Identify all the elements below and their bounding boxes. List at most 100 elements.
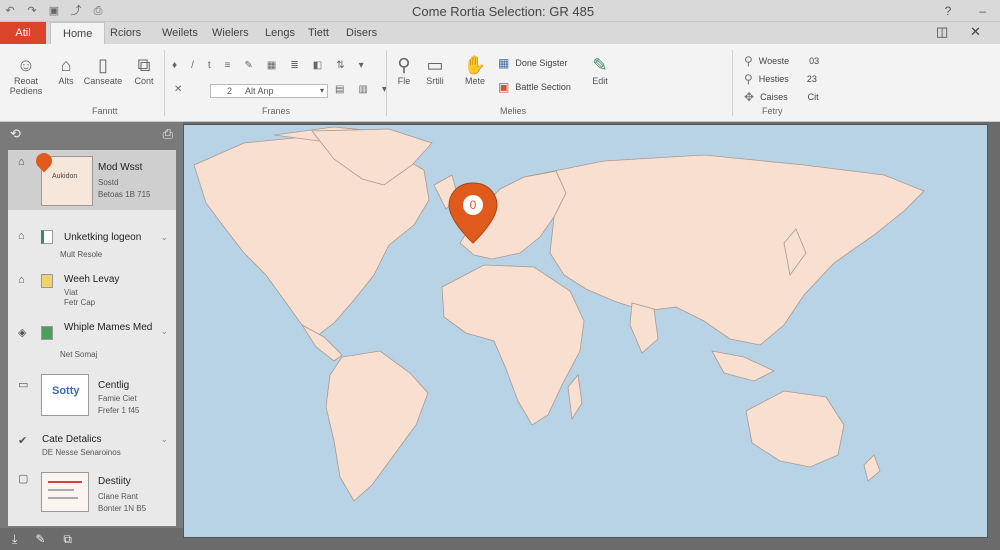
- tab-wielers[interactable]: Wielers: [212, 22, 249, 44]
- chevron-down-icon[interactable]: ▾: [359, 60, 364, 71]
- pin-icon[interactable]: ⤓: [12, 532, 17, 546]
- file-icon: [41, 230, 53, 244]
- mete-button[interactable]: ✋ Mete: [460, 54, 490, 86]
- group-label-melies: Melies: [500, 106, 527, 116]
- hesties-row[interactable]: ⚲ Hesties 23: [744, 72, 817, 86]
- file-icon: [41, 326, 53, 340]
- refresh-icon[interactable]: ⟲: [10, 126, 21, 142]
- color-icon[interactable]: ◧: [313, 60, 322, 71]
- minimize-icon[interactable]: –: [979, 4, 986, 18]
- building-icon: ⌂: [60, 55, 72, 75]
- chevron-down-icon[interactable]: ⌄: [160, 434, 168, 445]
- srtili-button[interactable]: ▭ Srtili: [420, 54, 450, 86]
- ribbon: ☺ Reoat Pediens ⌂ Alts ▯ Canseate ⧉ Cont…: [0, 44, 1000, 122]
- world-map[interactable]: 0: [184, 125, 987, 537]
- list-item[interactable]: ✔ Cate Detalics ⌄ DE Nesse Senaroinos: [8, 430, 176, 462]
- group-divider: [164, 50, 165, 116]
- format-input[interactable]: 2 Alt Anp ▾: [210, 84, 328, 98]
- print-icon[interactable]: ⎙: [92, 4, 104, 18]
- italic-icon[interactable]: /: [191, 60, 194, 71]
- list-item[interactable]: ◈ Whiple Mames Med ⌄ Net Somaj: [8, 318, 176, 360]
- tab-lengs[interactable]: Lengs: [265, 22, 295, 44]
- fle-button[interactable]: ⚲ Fle: [392, 54, 416, 86]
- table-icon[interactable]: ▤: [335, 84, 344, 95]
- pin-icon: ⚲: [744, 72, 753, 86]
- box-icon: ▢: [18, 473, 29, 485]
- share-icon[interactable]: ⤴: [70, 4, 82, 18]
- save-icon[interactable]: ▣: [48, 4, 60, 18]
- list-item[interactable]: ⌂ Weeh Levay Viat Fetr Cap: [8, 266, 176, 308]
- table-icon: ▦: [498, 56, 510, 70]
- done-sigster-button[interactable]: ▦ Done Sigster: [498, 56, 567, 70]
- tab-rciors[interactable]: Rciors: [110, 22, 141, 44]
- group-label-fanntt: Fanntt: [92, 106, 118, 116]
- group-divider: [386, 50, 387, 116]
- format-toolbar-top: ♦ / t ≡ ✎ ▦ ≣ ◧ ⇅ ▾: [172, 60, 364, 71]
- thumbnail: Aukidon: [32, 149, 93, 206]
- help-icon[interactable]: ?: [945, 4, 952, 18]
- title-bar: ↶ ↷ ▣ ⤴ ⎙ Come Rortia Selection: GR 485 …: [0, 0, 1000, 22]
- grid-icon[interactable]: ▦: [267, 60, 276, 71]
- list-icon[interactable]: ≡: [225, 60, 231, 71]
- pen-icon[interactable]: ✎: [35, 532, 45, 546]
- tab-weilets[interactable]: Weilets: [162, 22, 198, 44]
- woeste-row[interactable]: ⚲ Woeste 03: [744, 54, 819, 68]
- copy-icon[interactable]: ⧉: [63, 532, 72, 546]
- canseate-button[interactable]: ▯ Canseate: [80, 54, 126, 86]
- chevron-down-icon[interactable]: ▾: [320, 85, 324, 97]
- slide-icon: ▭: [18, 379, 29, 391]
- x-icon[interactable]: ✕: [174, 84, 182, 95]
- copy-icon: ⧉: [137, 55, 151, 75]
- text-icon[interactable]: t: [208, 60, 211, 71]
- tab-home[interactable]: Home: [50, 22, 106, 44]
- slide-icon: ▭: [426, 55, 444, 75]
- map-canvas[interactable]: 0: [183, 124, 988, 538]
- report-button[interactable]: ☺ Reoat Pediens: [8, 54, 44, 96]
- sidebar: ⟲ ⎙ ⌂ Aukidon Mod Wsst Sostd Betoas 1B 7…: [0, 122, 183, 528]
- basket-icon: ⌂: [18, 230, 25, 242]
- person-icon: ☺: [16, 55, 36, 75]
- window-title: Come Rortia Selection: GR 485: [412, 4, 595, 19]
- group-divider: [732, 50, 733, 116]
- check-icon: ✔: [18, 435, 28, 447]
- chevron-down-icon[interactable]: ⌄: [160, 326, 168, 337]
- column-icon[interactable]: ▥: [358, 84, 367, 95]
- quick-access-toolbar: ↶ ↷ ▣ ⤴ ⎙: [4, 4, 104, 18]
- file-icon: [41, 274, 53, 288]
- format-input-prefix: 2: [227, 86, 233, 96]
- status-bar: ⤓ ✎ ⧉: [0, 528, 183, 550]
- group-label-fetry: Fetry: [762, 106, 783, 116]
- list-item[interactable]: ▢ Destiity Clane Rant Bonter 1N B5: [8, 462, 176, 518]
- move-icon: ✥: [744, 90, 755, 104]
- marker-label: 0: [470, 198, 477, 212]
- list-item[interactable]: ⌂ Unketking logeon ⌄ Mult Resole: [8, 222, 176, 264]
- group-label-franes: Franes: [262, 106, 291, 116]
- tab-disers[interactable]: Disers: [346, 22, 377, 44]
- edit-button[interactable]: ✎ Edit: [586, 54, 614, 86]
- thumbnail: Sotty: [41, 374, 89, 416]
- list-item[interactable]: ⌂ Aukidon Mod Wsst Sostd Betoas 1B 715: [8, 149, 176, 210]
- caises-row[interactable]: ✥ Caises Cit: [744, 90, 819, 104]
- bold-icon[interactable]: ♦: [172, 60, 177, 71]
- building-icon: ⌂: [18, 274, 25, 286]
- panel-toggle-icon[interactable]: ◫: [936, 24, 948, 40]
- redo-icon[interactable]: ↷: [26, 4, 38, 18]
- alts-button[interactable]: ⌂ Alts: [52, 54, 80, 86]
- sort-icon[interactable]: ⇅: [336, 60, 344, 71]
- cont-button[interactable]: ⧉ Cont: [130, 54, 158, 86]
- pen-icon: ✎: [592, 55, 608, 75]
- location-list: ⌂ Aukidon Mod Wsst Sostd Betoas 1B 715 ⌂…: [8, 149, 176, 526]
- link-icon: ⚲: [397, 55, 411, 75]
- tab-tiett[interactable]: Tiett: [308, 22, 329, 44]
- tab-file[interactable]: Atil: [0, 22, 46, 44]
- ribbon-tabs: Atil Home Rciors Weilets Wielers Lengs T…: [0, 22, 1000, 44]
- print-icon[interactable]: ⎙: [163, 126, 173, 142]
- align-icon[interactable]: ≣: [290, 60, 298, 71]
- undo-icon[interactable]: ↶: [4, 4, 16, 18]
- chevron-down-icon[interactable]: ⌄: [160, 232, 168, 243]
- close-icon[interactable]: ✕: [970, 24, 981, 40]
- home-icon: ⌂: [18, 156, 25, 168]
- list-item[interactable]: ▭ Sotty Centlig Famie Ciet Frefer 1 f45: [8, 372, 176, 422]
- pen-icon[interactable]: ✎: [245, 60, 253, 71]
- battle-section-button[interactable]: ▣ Battle Section: [498, 80, 571, 94]
